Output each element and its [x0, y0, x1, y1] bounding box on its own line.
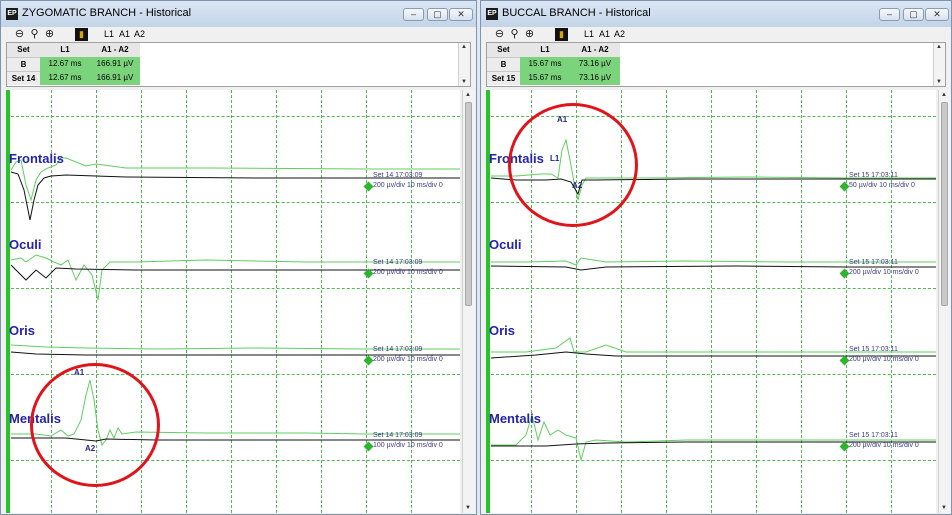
channel-set-time: Set 15 17:03:11	[849, 259, 898, 266]
cell-l1: 15.67 ms	[520, 71, 570, 85]
zygomatic-window: EP ZYGOMATIC BRANCH - Historical – ▢ ✕ ⊖…	[0, 0, 477, 515]
waveform-area[interactable]: Frontalis Set 15 17:03:11 50 µv/div 10 m…	[486, 90, 936, 513]
channel-scale: 100 µv/div 10 ms/div 0	[373, 442, 443, 449]
waveform-area[interactable]: Frontalis Set 14 17:03:09 200 µv/div 10 …	[6, 90, 460, 513]
minimize-button[interactable]: –	[879, 8, 900, 21]
channel-label-frontalis: Frontalis	[9, 151, 64, 166]
marker-l1-toggle[interactable]: L1	[584, 29, 594, 39]
scroll-thumb[interactable]	[941, 102, 948, 306]
app-icon: EP	[486, 8, 498, 20]
channel-scale: 50 µv/div 10 ms/div 0	[849, 182, 915, 189]
channel-set-time: Set 15 17:03:11	[849, 432, 898, 439]
cell-a1-a2: 166.91 µV	[90, 71, 140, 85]
channel-scale: 200 µv/div 10 ms/div 0	[849, 442, 919, 449]
results-table: Set L1 A1 - A2 B 15.67 ms 73.16 µV Set 1…	[486, 42, 946, 87]
marker-a2-toggle[interactable]: A2	[614, 29, 625, 39]
toolbar: ⊖ ⚲ ⊕ ▮ L1 A1 A2	[1, 27, 476, 42]
channel-scale: 200 µv/div 10 ms/div 0	[373, 182, 443, 189]
channel-set-time: Set 15 17:03:11	[849, 346, 898, 353]
channel-label-oculi: Oculi	[489, 237, 522, 252]
toolbar: ⊖ ⚲ ⊕ ▮ L1 A1 A2	[481, 27, 951, 42]
bar-chart-icon[interactable]: ▮	[75, 28, 88, 41]
highlight-circle	[30, 363, 160, 487]
column-header-set: Set	[7, 43, 40, 57]
window-title: ZYGOMATIC BRANCH - Historical	[22, 7, 192, 19]
zoom-in-icon[interactable]: ⊕	[523, 28, 536, 41]
trace-scrollbar[interactable]: ▲ ▼	[938, 90, 951, 513]
row-label[interactable]: B	[7, 57, 40, 71]
zoom-icon[interactable]: ⚲	[508, 28, 521, 41]
highlight-circle	[508, 103, 638, 227]
scroll-thumb[interactable]	[465, 102, 472, 306]
table-scrollbar[interactable]: ▲ ▼	[933, 43, 945, 86]
channel-scale: 200 µv/div 10 ms/div 0	[373, 269, 443, 276]
zoom-icon[interactable]: ⚲	[28, 28, 41, 41]
scroll-down-icon[interactable]: ▼	[461, 79, 467, 85]
channel-set-time: Set 14 17:03:09	[373, 172, 423, 179]
column-header-a1-a2: A1 - A2	[570, 43, 620, 57]
channel-label-oris: Oris	[489, 323, 516, 338]
minimize-button[interactable]: –	[403, 8, 424, 21]
column-header-set: Set	[487, 43, 520, 57]
channel-scale: 200 µv/div 10 ms/div 0	[849, 356, 919, 363]
marker-a2-toggle[interactable]: A2	[134, 29, 145, 39]
marker-a1-toggle[interactable]: A1	[119, 29, 130, 39]
column-header-a1-a2: A1 - A2	[90, 43, 140, 57]
column-header-l1: L1	[40, 43, 90, 57]
trace-scrollbar[interactable]: ▲ ▼	[462, 90, 475, 513]
cell-a1-a2: 166.91 µV	[90, 57, 140, 71]
channel-label-oculi: Oculi	[9, 237, 42, 252]
channel-label-mentalis: Mentalis	[489, 411, 542, 426]
maximize-button[interactable]: ▢	[427, 8, 448, 21]
app-icon: EP	[6, 8, 18, 20]
scroll-up-icon[interactable]: ▲	[461, 44, 467, 50]
buccal-window: EP BUCCAL BRANCH - Historical – ▢ ✕ ⊖ ⚲ …	[480, 0, 952, 515]
scroll-up-icon[interactable]: ▲	[941, 92, 947, 98]
row-label[interactable]: Set 15	[487, 71, 520, 85]
channel-set-time: Set 14 17:03:09	[373, 259, 423, 266]
row-label[interactable]: Set 14	[7, 71, 40, 85]
trace-green	[10, 157, 460, 202]
title-bar[interactable]: EP ZYGOMATIC BRANCH - Historical – ▢ ✕	[1, 1, 476, 27]
window-title: BUCCAL BRANCH - Historical	[502, 7, 651, 19]
cell-l1: 15.67 ms	[520, 57, 570, 71]
close-button[interactable]: ✕	[925, 8, 949, 21]
bar-chart-icon[interactable]: ▮	[555, 28, 568, 41]
close-button[interactable]: ✕	[449, 8, 473, 21]
cell-l1: 12.67 ms	[40, 71, 90, 85]
channel-set-time: Set 15 17:03:11	[849, 172, 898, 179]
cell-a1-a2: 73.16 µV	[570, 71, 620, 85]
marker-l1-toggle[interactable]: L1	[104, 29, 114, 39]
cell-a1-a2: 73.16 µV	[570, 57, 620, 71]
marker-a1-toggle[interactable]: A1	[599, 29, 610, 39]
cell-l1: 12.67 ms	[40, 57, 90, 71]
zoom-out-icon[interactable]: ⊖	[13, 28, 26, 41]
zoom-in-icon[interactable]: ⊕	[43, 28, 56, 41]
table-scrollbar[interactable]: ▲ ▼	[458, 43, 470, 86]
scroll-up-icon[interactable]: ▲	[465, 92, 471, 98]
maximize-button[interactable]: ▢	[903, 8, 924, 21]
scroll-down-icon[interactable]: ▼	[465, 505, 471, 511]
channel-scale: 200 µv/div 10 ms/div 0	[373, 356, 443, 363]
results-table: Set L1 A1 - A2 B 12.67 ms 166.91 µV Set …	[6, 42, 471, 87]
scroll-down-icon[interactable]: ▼	[936, 79, 942, 85]
channel-set-time: Set 14 17:03:09	[373, 432, 423, 439]
scroll-down-icon[interactable]: ▼	[941, 505, 947, 511]
zoom-out-icon[interactable]: ⊖	[493, 28, 506, 41]
title-bar[interactable]: EP BUCCAL BRANCH - Historical – ▢ ✕	[481, 1, 951, 27]
row-label[interactable]: B	[487, 57, 520, 71]
channel-scale: 200 µv/div 10 ms/div 0	[849, 269, 919, 276]
channel-set-time: Set 14 17:03:09	[373, 346, 423, 353]
channel-label-oris: Oris	[9, 323, 36, 338]
trace-black	[10, 171, 460, 221]
column-header-l1: L1	[520, 43, 570, 57]
scroll-up-icon[interactable]: ▲	[936, 44, 942, 50]
